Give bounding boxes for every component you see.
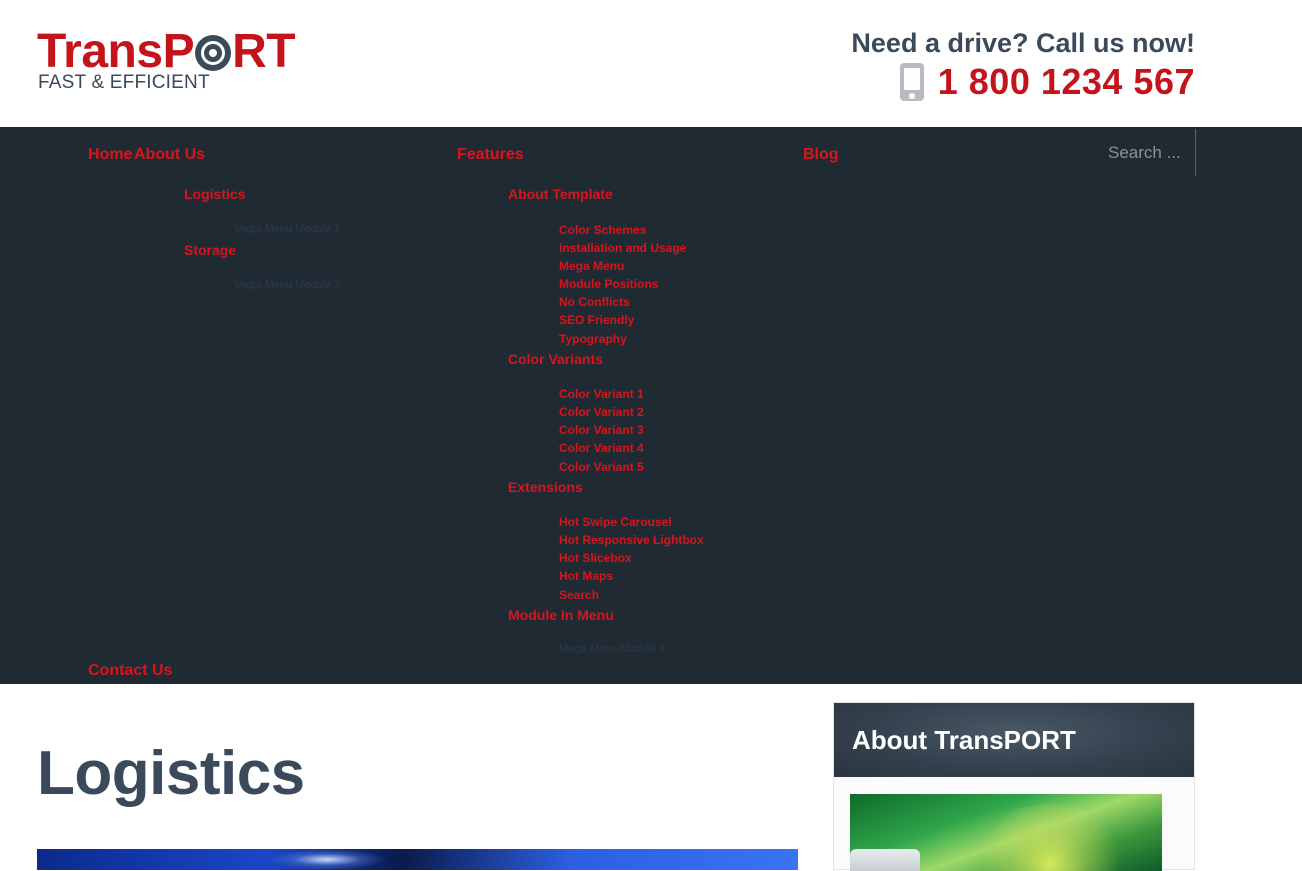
submenu-item-color-schemes[interactable]: Color Schemes	[559, 223, 646, 237]
submenu-item-about-template[interactable]: About Template	[508, 186, 613, 202]
article-image	[37, 849, 798, 870]
submenu-item-color-variant-2[interactable]: Color Variant 2	[559, 405, 644, 419]
submenu-item-installation[interactable]: Installation and Usage	[559, 241, 686, 255]
submenu-item-typography[interactable]: Typography	[559, 332, 627, 346]
submenu-item-module-positions[interactable]: Module Positions	[559, 277, 658, 291]
nav-item-about-us[interactable]: About Us	[134, 146, 205, 164]
submenu-item-hot-responsive-lightbox[interactable]: Hot Responsive Lightbox	[559, 533, 704, 547]
nav-item-contact-us[interactable]: Contact Us	[88, 662, 172, 680]
mobile-phone-icon	[899, 63, 924, 101]
phone-number: 1 800 1234 567	[937, 61, 1195, 102]
submenu-item-hot-swipe-carousel[interactable]: Hot Swipe Carousel	[559, 515, 672, 529]
phone-block: 1 800 1234 567	[899, 61, 1195, 102]
main-content: Logistics About TransPORT	[0, 684, 1302, 871]
sidebar-module: About TransPORT	[833, 702, 1195, 871]
nav-item-features[interactable]: Features	[457, 146, 524, 164]
nav-item-home[interactable]: Home	[88, 146, 132, 164]
submenu-item-mega-menu[interactable]: Mega Menu	[559, 259, 624, 273]
sidebar-title: About TransPORT	[852, 724, 1076, 755]
submenu-item-extensions[interactable]: Extensions	[508, 479, 583, 495]
main-nav: Home About Us Features Blog Logistics Me…	[0, 127, 1302, 684]
submenu-item-hot-slicebox[interactable]: Hot Slicebox	[559, 551, 632, 565]
submenu-item-no-conflicts[interactable]: No Conflicts	[559, 295, 630, 309]
submenu-item-color-variant-1[interactable]: Color Variant 1	[559, 387, 644, 401]
submenu-item-module-in-menu[interactable]: Module In Menu	[508, 607, 614, 623]
page-title: Logistics	[37, 739, 305, 808]
mega-menu-module-2: Mega Menu Module 2	[234, 279, 341, 291]
site-header: TransP RT FAST & EFFICIENT Need a drive? …	[0, 0, 1302, 127]
submenu-item-color-variant-4[interactable]: Color Variant 4	[559, 441, 644, 455]
submenu-item-logistics[interactable]: Logistics	[184, 186, 245, 202]
mega-menu-module-1: Mega Menu Module 1	[234, 223, 341, 235]
sidebar-header: About TransPORT	[834, 703, 1194, 777]
search-input[interactable]	[1098, 129, 1195, 176]
submenu-item-seo-friendly[interactable]: SEO Friendly	[559, 313, 634, 327]
logo-wordmark: TransP RT	[37, 25, 296, 78]
mega-menu-module-3: Mega Menu Module 3	[559, 643, 666, 655]
nav-item-blog[interactable]: Blog	[803, 146, 839, 164]
submenu-item-color-variant-5[interactable]: Color Variant 5	[559, 460, 644, 474]
logo-tagline: FAST & EFFICIENT	[38, 72, 210, 93]
submenu-item-color-variant-3[interactable]: Color Variant 3	[559, 423, 644, 437]
wheel-icon	[195, 35, 232, 71]
call-heading: Need a drive? Call us now!	[851, 28, 1195, 58]
submenu-item-storage[interactable]: Storage	[184, 242, 236, 258]
sidebar-image	[850, 794, 1162, 871]
submenu-item-color-variants[interactable]: Color Variants	[508, 351, 603, 367]
site-logo[interactable]: TransP RT FAST & EFFICIENT	[37, 28, 327, 94]
submenu-item-search[interactable]: Search	[559, 588, 599, 602]
search-box	[1098, 129, 1196, 176]
submenu-item-hot-maps[interactable]: Hot Maps	[559, 569, 613, 583]
